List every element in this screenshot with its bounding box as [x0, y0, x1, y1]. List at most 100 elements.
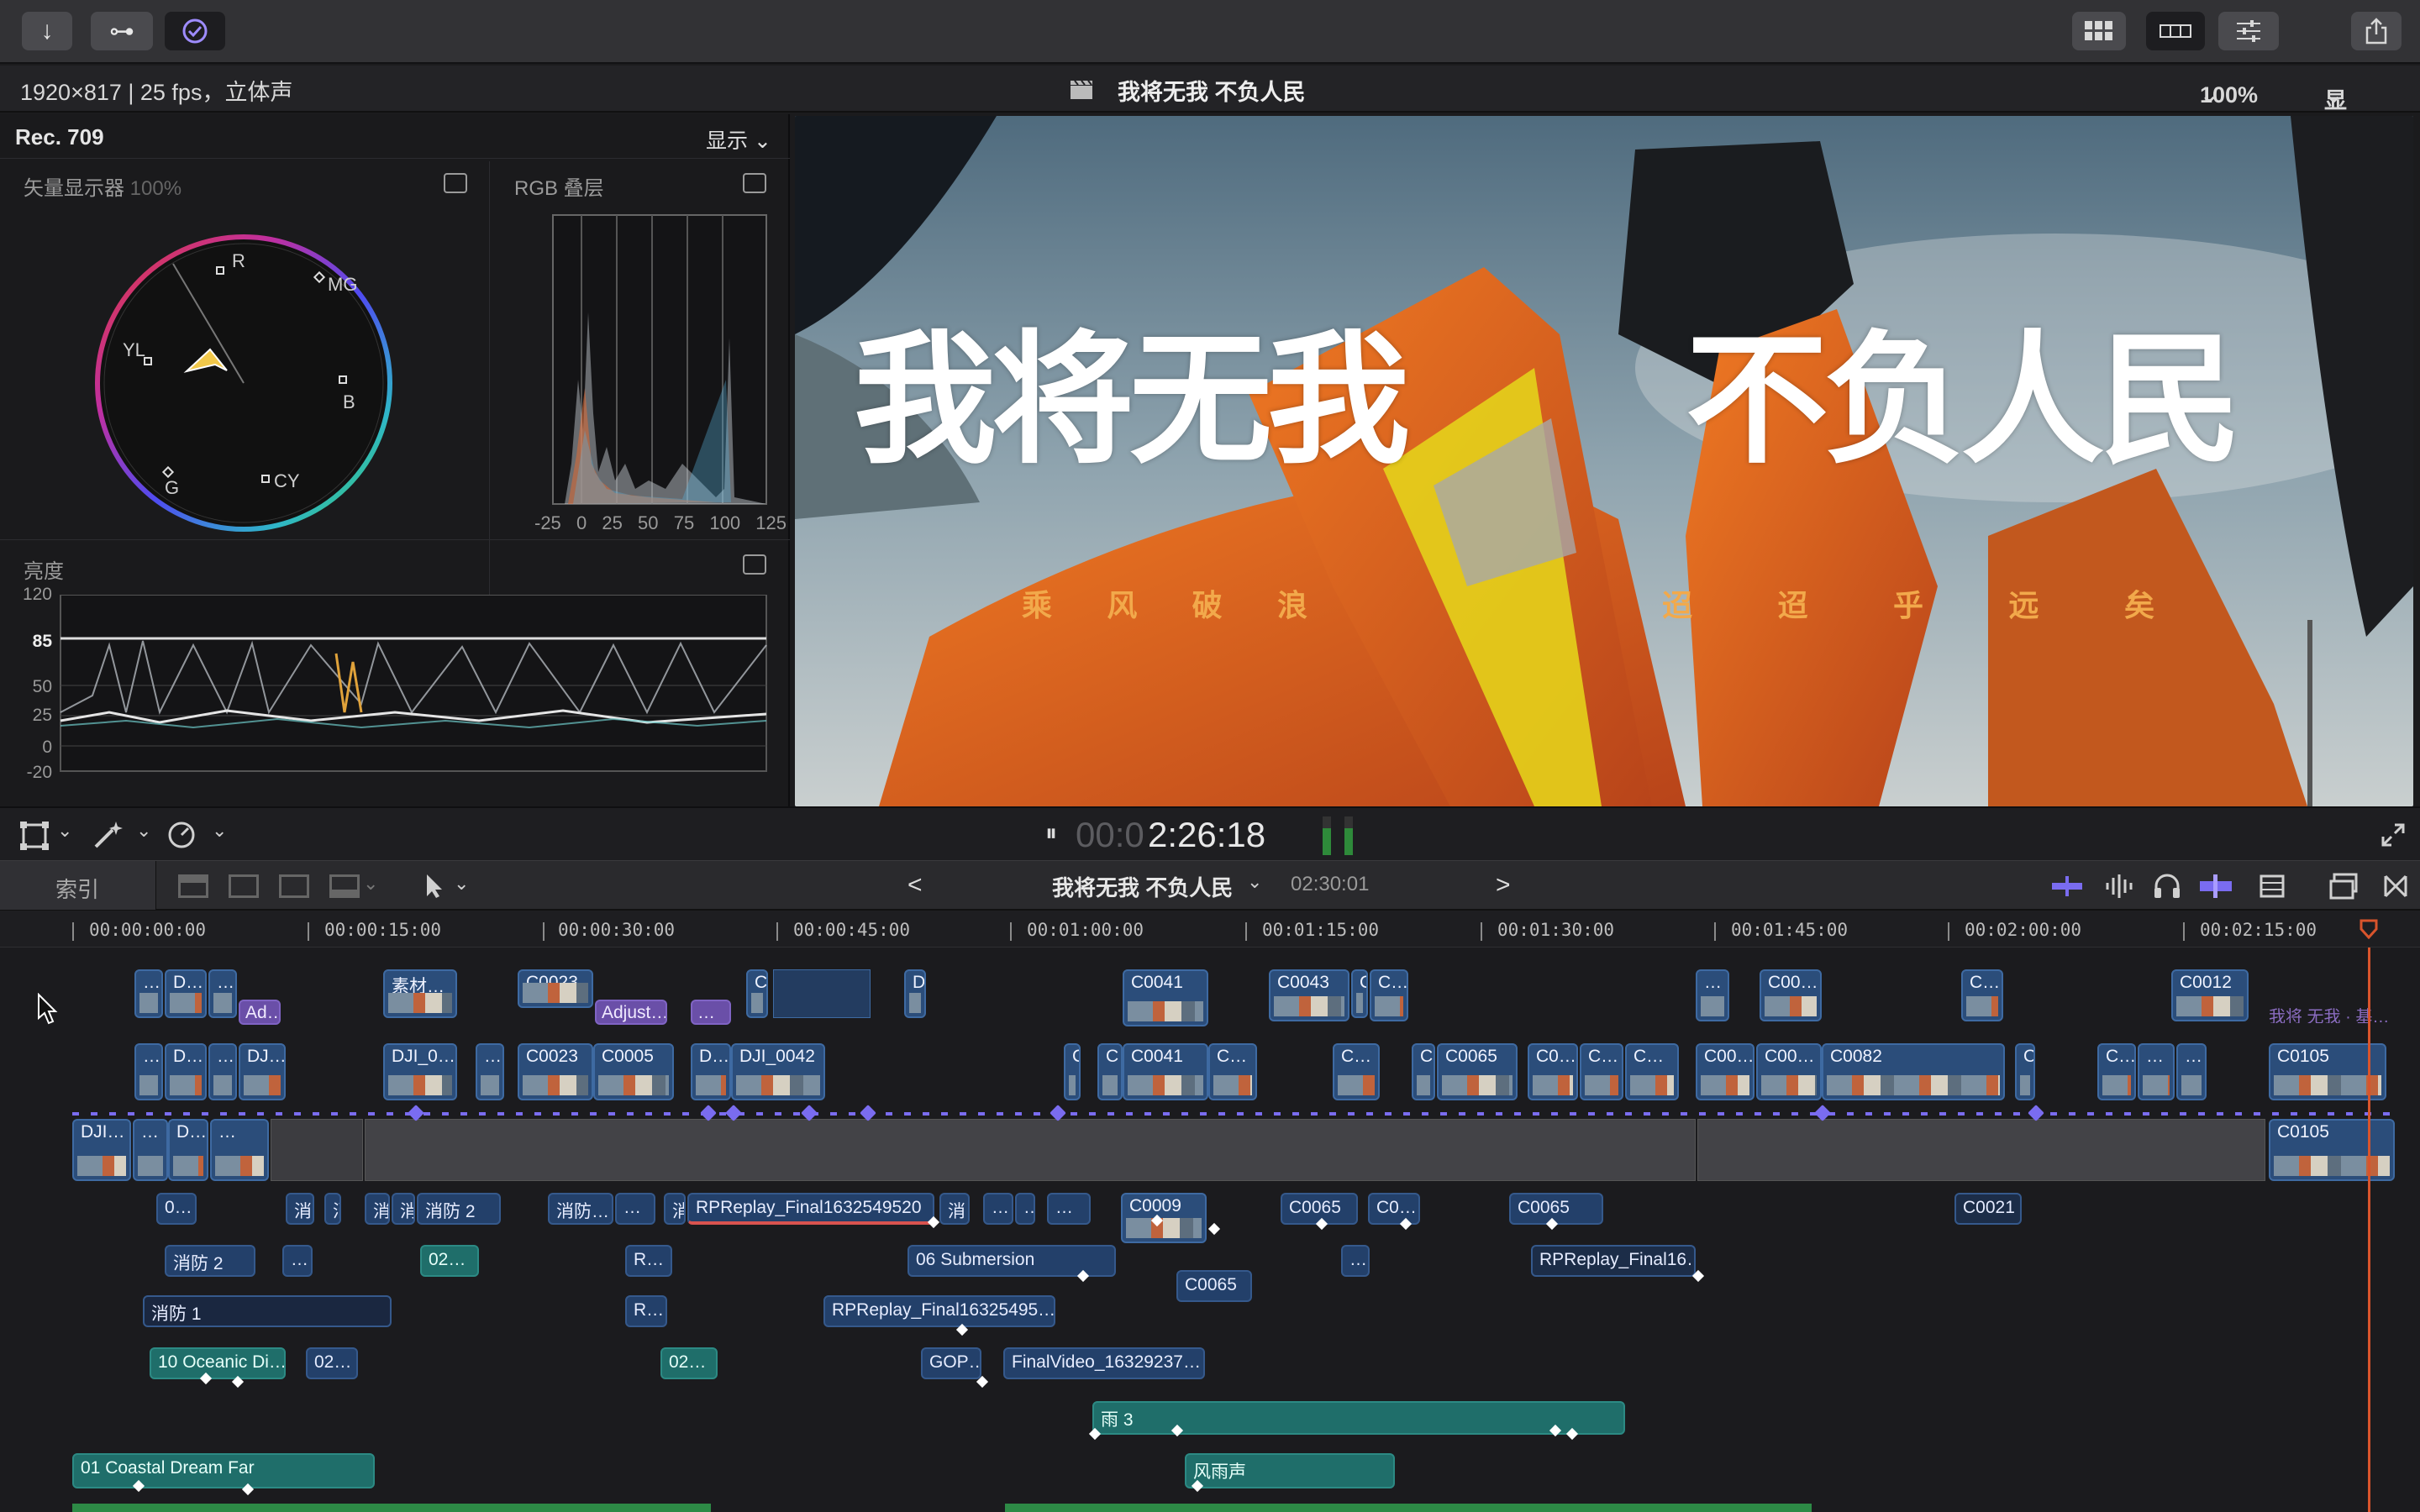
audio-clip[interactable]: 02… [420, 1245, 479, 1277]
clip[interactable]: … [134, 969, 163, 1018]
adjustment-clip[interactable]: … [691, 1000, 731, 1025]
clip[interactable]: C0005 [593, 1043, 674, 1100]
gap-clip[interactable] [1697, 1119, 2265, 1181]
clip[interactable]: C [1064, 1043, 1081, 1100]
clip[interactable]: C0012 [2171, 969, 2249, 1021]
overwrite-clip-icon[interactable] [329, 874, 360, 898]
clip[interactable]: C [1351, 969, 1368, 1018]
clip[interactable]: C… [1208, 1043, 1257, 1100]
clip[interactable]: C0041 [1123, 969, 1208, 1026]
magic-wand-icon[interactable] [92, 820, 124, 850]
connected-clip[interactable]: 消防 2 [417, 1193, 501, 1225]
clip[interactable]: DJ… [239, 1043, 286, 1100]
clip[interactable]: C… [2097, 1043, 2136, 1100]
clip[interactable]: C… [1580, 1043, 1623, 1100]
connected-clip[interactable]: 消 [392, 1193, 415, 1225]
clip[interactable]: C00… [1760, 969, 1822, 1021]
transform-icon[interactable] [20, 822, 50, 850]
chevron-down-icon[interactable]: ⌄ [1247, 871, 1262, 893]
connected-clip[interactable]: GOP… [921, 1347, 981, 1379]
scope-settings-icon[interactable] [743, 554, 766, 575]
primary-clip[interactable]: C0105 [2269, 1119, 2395, 1181]
audio-clip[interactable]: 02… [660, 1347, 718, 1379]
index-button[interactable]: 索引 [0, 861, 156, 910]
clip[interactable]: D… [165, 1043, 207, 1100]
adjustment-clip[interactable]: Adjust… [595, 1000, 667, 1025]
clip-group[interactable] [773, 969, 871, 1018]
clip[interactable]: … [208, 1043, 237, 1100]
scope-display-menu[interactable]: 显示 ⌄ [706, 124, 771, 155]
clip[interactable]: C00… [1696, 1043, 1754, 1100]
connected-clip[interactable]: RPReplay_Final16… [1531, 1245, 1696, 1277]
connected-clip[interactable]: C0065 [1509, 1193, 1603, 1225]
primary-clip[interactable]: D… [168, 1119, 208, 1181]
scope-settings-icon[interactable] [743, 173, 766, 193]
gap-clip[interactable] [365, 1119, 1696, 1181]
clip[interactable]: 素材… [383, 969, 457, 1018]
timecode[interactable]: 2:26:18 [1148, 815, 1265, 855]
clip[interactable]: C0023 [518, 1043, 593, 1100]
clip[interactable]: C [1412, 1043, 1435, 1100]
keyword-editor-button[interactable]: ⊶ [91, 12, 153, 50]
clip[interactable]: DJI_0042 [731, 1043, 825, 1100]
clip[interactable]: … [2138, 1043, 2175, 1100]
connected-clip[interactable]: C0065 [1176, 1270, 1252, 1302]
connected-clip[interactable]: 02… [306, 1347, 358, 1379]
clip[interactable]: C… [1370, 969, 1408, 1021]
clip[interactable]: C… [1333, 1043, 1380, 1100]
timeline-index-icon[interactable] [2329, 873, 2358, 900]
playhead[interactable] [2368, 948, 2370, 1512]
audio-clip[interactable]: 01 Coastal Dream Far [72, 1453, 375, 1488]
connect-clip-icon[interactable] [178, 874, 208, 898]
clip[interactable]: … [1696, 969, 1729, 1021]
timeline-area[interactable]: … D… … Ad… 素材… C0023 Adjust… … C D C0041… [0, 948, 2420, 1512]
connected-clip[interactable]: … [282, 1245, 313, 1277]
clip[interactable]: C0041 [1123, 1043, 1208, 1100]
connected-clip[interactable]: C0… [1368, 1193, 1420, 1225]
clip[interactable]: C… [1625, 1043, 1679, 1100]
connected-clip[interactable]: RPReplay_Final1632549520 [687, 1193, 934, 1225]
clip[interactable]: C0043 [1269, 969, 1349, 1021]
arrow-tool-icon[interactable] [424, 873, 445, 900]
speed-gauge-icon[interactable] [166, 820, 197, 850]
clip[interactable]: C [746, 969, 768, 1018]
audio-clip[interactable] [72, 1504, 711, 1512]
chevron-down-icon[interactable]: ⌄ [57, 820, 72, 842]
clip[interactable]: … [208, 969, 237, 1018]
headphones-icon[interactable] [2153, 873, 2181, 900]
clip[interactable]: C [2015, 1043, 2035, 1100]
connected-clip[interactable]: C0009 [1121, 1193, 1207, 1243]
chevron-down-icon[interactable]: ⌄ [363, 873, 378, 895]
chevron-down-icon[interactable]: ⌄ [136, 820, 151, 842]
clip[interactable]: C00… [1756, 1043, 1822, 1100]
connected-clip[interactable]: 消 [324, 1193, 341, 1225]
timeline-toggle-button[interactable] [2146, 12, 2205, 50]
keyframe[interactable] [1207, 1222, 1221, 1236]
connected-clip[interactable]: 消 [286, 1193, 314, 1225]
connected-clip[interactable]: C0021 [1954, 1193, 2022, 1225]
clip[interactable]: C [1097, 1043, 1123, 1100]
connected-clip[interactable]: 消 [939, 1193, 970, 1225]
clip-appearance-icon[interactable] [2050, 874, 2084, 898]
clip[interactable]: C… [1961, 969, 2003, 1021]
playhead-handle-icon[interactable] [2360, 919, 2378, 939]
video-viewer[interactable]: 我将无我 不负人民 乘风破浪 迢迢乎远矣 [795, 116, 2413, 806]
clip[interactable]: D… [691, 1043, 731, 1100]
connected-clip[interactable]: RPReplay_Final16325495… [823, 1295, 1055, 1327]
connected-clip[interactable]: … [1015, 1193, 1035, 1225]
history-forward-button[interactable]: > [1496, 871, 1511, 900]
clip[interactable]: C0… [1528, 1043, 1578, 1100]
insert-clip-icon[interactable] [229, 874, 259, 898]
browser-toggle-button[interactable] [2072, 12, 2126, 50]
audio-clip[interactable]: 10 Oceanic Di… [150, 1347, 286, 1379]
project-name-menu[interactable]: 我将无我 不负人民 [1052, 871, 1233, 902]
background-tasks-button[interactable] [165, 12, 225, 50]
clip[interactable]: … [134, 1043, 163, 1100]
history-back-button[interactable]: < [908, 871, 923, 900]
audio-clip[interactable] [1005, 1504, 1812, 1512]
scope-settings-icon[interactable] [444, 173, 467, 193]
connected-clip[interactable]: … [983, 1193, 1013, 1225]
adjustment-clip[interactable]: Ad… [239, 1000, 281, 1025]
connected-clip[interactable]: … [615, 1193, 655, 1225]
clip[interactable]: D [904, 969, 926, 1018]
